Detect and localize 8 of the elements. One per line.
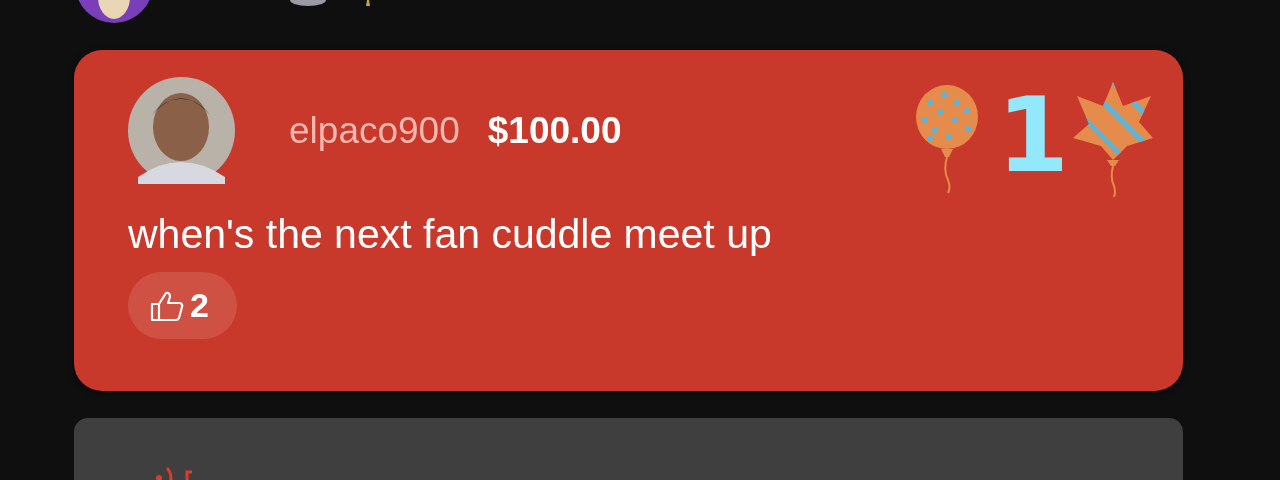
message-text: when's the next fan cuddle meet up <box>128 210 773 259</box>
donation-amount: $100.00 <box>487 109 622 152</box>
balloon-icon <box>914 85 979 195</box>
anniversary-number: 1 <box>996 85 1069 185</box>
like-button[interactable]: 2 <box>128 272 237 339</box>
thumbs-up-icon <box>150 289 184 322</box>
username: elpaco900 <box>289 109 460 152</box>
balloon-icon <box>1073 82 1153 198</box>
